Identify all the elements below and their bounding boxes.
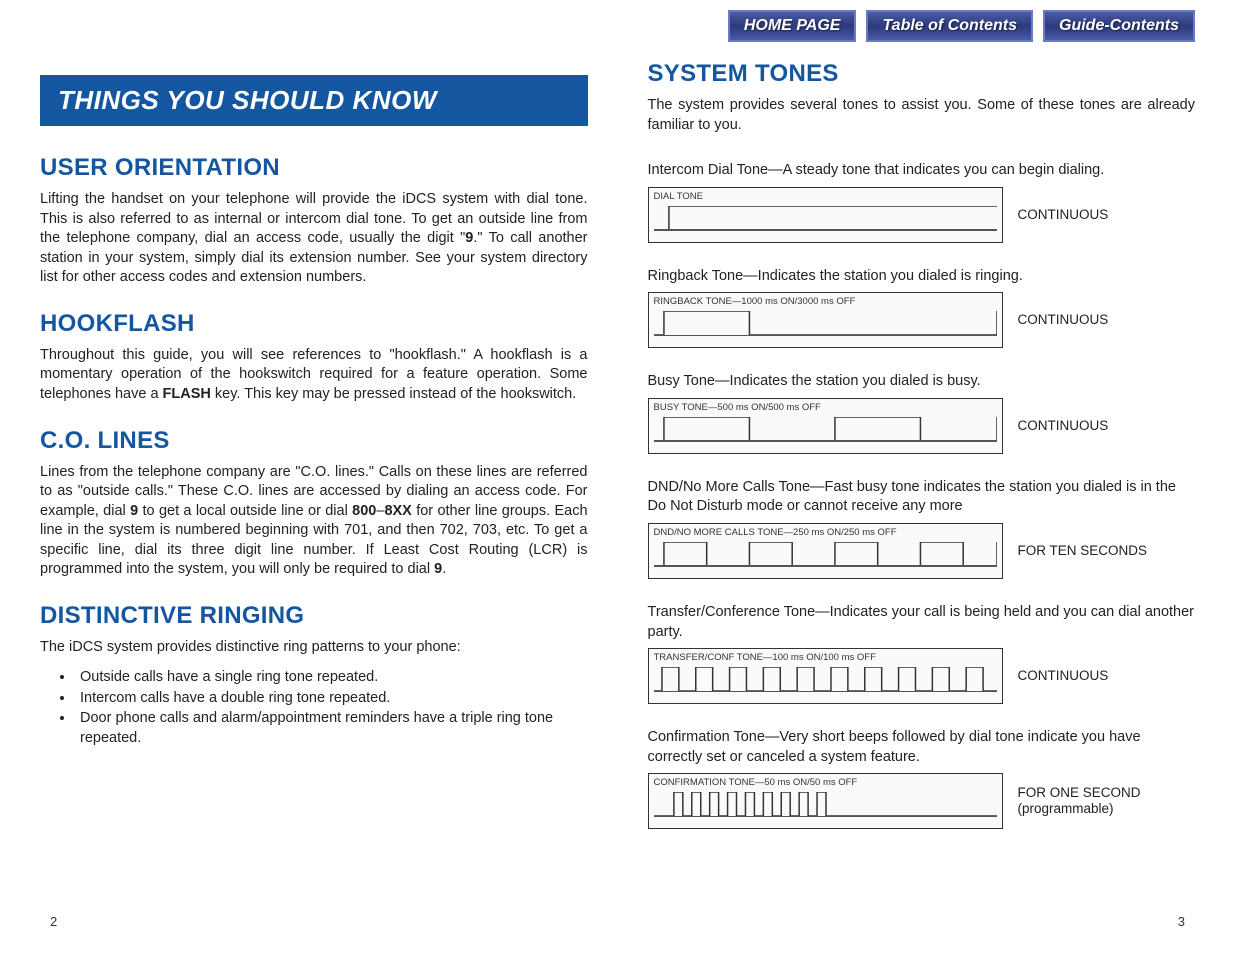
tone-status: CONTINUOUS: [1018, 668, 1109, 684]
tone-diagram: DND/NO MORE CALLS TONE—250 ms ON/250 ms …: [648, 523, 1003, 579]
list-item: Door phone calls and alarm/appointment r…: [75, 708, 588, 749]
heading-distinctive-ringing: DISTINCTIVE RINGING: [40, 602, 588, 630]
text-user-orientation: Lifting the handset on your telephone wi…: [40, 190, 588, 288]
tone-label: CONFIRMATION TONE—50 ms ON/50 ms OFF: [654, 777, 997, 788]
tone-desc: Intercom Dial Tone—A steady tone that in…: [648, 161, 1196, 181]
list-item: Outside calls have a single ring tone re…: [75, 667, 588, 687]
tone-label: DND/NO MORE CALLS TONE—250 ms ON/250 ms …: [654, 527, 997, 538]
list-item: Intercom calls have a double ring tone r…: [75, 688, 588, 708]
tone-desc: Busy Tone—Indicates the station you dial…: [648, 372, 1196, 392]
tone-row-transfer: TRANSFER/CONF TONE—100 ms ON/100 ms OFF …: [648, 648, 1196, 704]
tone-status: CONTINUOUS: [1018, 207, 1109, 223]
tone-desc: DND/No More Calls Tone—Fast busy tone in…: [648, 478, 1196, 517]
page-number-left: 2: [50, 914, 57, 929]
heading-hookflash: HOOKFLASH: [40, 310, 588, 338]
tone-status: FOR TEN SECONDS: [1018, 543, 1148, 559]
tone-desc: Ringback Tone—Indicates the station you …: [648, 267, 1196, 287]
tone-status: FOR ONE SECOND (programmable): [1018, 785, 1168, 817]
tone-diagram: DIAL TONE: [648, 187, 1003, 243]
distinctive-bullets: Outside calls have a single ring tone re…: [40, 667, 588, 748]
tone-diagram: CONFIRMATION TONE—50 ms ON/50 ms OFF: [648, 773, 1003, 829]
tone-row-dial: DIAL TONE CONTINUOUS: [648, 187, 1196, 243]
page-number-right: 3: [1178, 914, 1185, 929]
text-distinctive-intro: The iDCS system provides distinctive rin…: [40, 638, 588, 658]
heading-co-lines: C.O. LINES: [40, 427, 588, 455]
nav-buttons: HOME PAGE Table of Contents Guide-Conten…: [648, 10, 1196, 42]
tone-label: TRANSFER/CONF TONE—100 ms ON/100 ms OFF: [654, 652, 997, 663]
text-hookflash: Throughout this guide, you will see refe…: [40, 346, 588, 405]
tone-diagram: RINGBACK TONE—1000 ms ON/3000 ms OFF: [648, 292, 1003, 348]
tone-status: CONTINUOUS: [1018, 312, 1109, 328]
tone-desc: Transfer/Conference Tone—Indicates your …: [648, 603, 1196, 642]
tone-label: RINGBACK TONE—1000 ms ON/3000 ms OFF: [654, 296, 997, 307]
tone-label: BUSY TONE—500 ms ON/500 ms OFF: [654, 402, 997, 413]
home-page-button[interactable]: HOME PAGE: [728, 10, 857, 42]
tone-diagram: TRANSFER/CONF TONE—100 ms ON/100 ms OFF: [648, 648, 1003, 704]
right-column: HOME PAGE Table of Contents Guide-Conten…: [618, 10, 1196, 924]
heading-system-tones: SYSTEM TONES: [648, 60, 1196, 88]
tone-row-ringback: RINGBACK TONE—1000 ms ON/3000 ms OFF CON…: [648, 292, 1196, 348]
left-column: THINGS YOU SHOULD KNOW USER ORIENTATION …: [40, 10, 618, 924]
tone-diagram: BUSY TONE—500 ms ON/500 ms OFF: [648, 398, 1003, 454]
tone-row-confirm: CONFIRMATION TONE—50 ms ON/50 ms OFF FOR…: [648, 773, 1196, 829]
text-system-tones-intro: The system provides several tones to ass…: [648, 96, 1196, 135]
tone-status: CONTINUOUS: [1018, 418, 1109, 434]
page-banner: THINGS YOU SHOULD KNOW: [40, 75, 588, 126]
tone-label: DIAL TONE: [654, 191, 997, 202]
guide-contents-button[interactable]: Guide-Contents: [1043, 10, 1195, 42]
tone-desc: Confirmation Tone—Very short beeps follo…: [648, 728, 1196, 767]
tone-row-dnd: DND/NO MORE CALLS TONE—250 ms ON/250 ms …: [648, 523, 1196, 579]
heading-user-orientation: USER ORIENTATION: [40, 154, 588, 182]
tone-row-busy: BUSY TONE—500 ms ON/500 ms OFF CONTINUOU…: [648, 398, 1196, 454]
table-of-contents-button[interactable]: Table of Contents: [866, 10, 1033, 42]
text-co-lines: Lines from the telephone company are "C.…: [40, 463, 588, 580]
